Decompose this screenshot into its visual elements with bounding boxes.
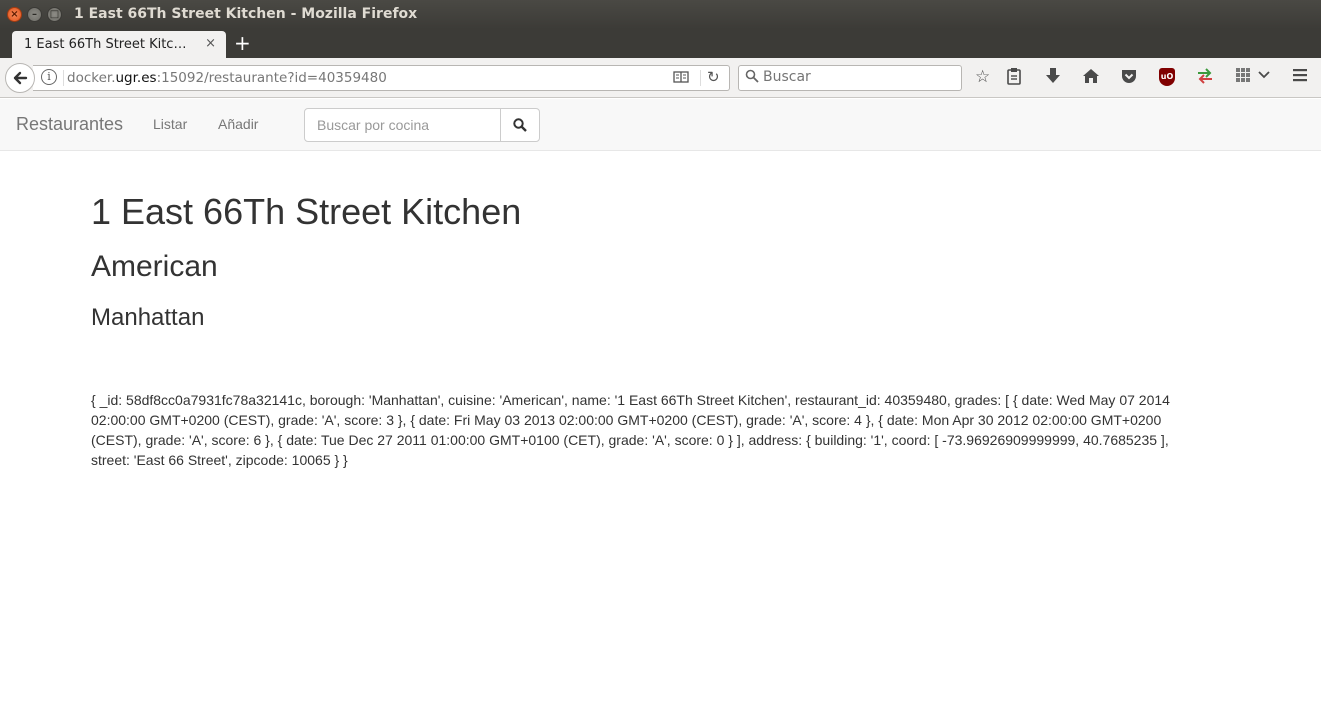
search-icon <box>513 118 527 132</box>
reader-view-icon[interactable] <box>673 70 689 88</box>
window-close-button[interactable]: × <box>7 7 22 22</box>
search-input[interactable] <box>763 69 953 85</box>
url-text[interactable]: docker.ugr.es:15092/restaurante?id=40359… <box>67 70 387 86</box>
new-tab-button[interactable]: + <box>234 31 251 55</box>
restaurant-borough: Manhattan <box>91 304 205 331</box>
menu-icon[interactable] <box>1292 67 1308 88</box>
download-icon[interactable] <box>1045 67 1061 90</box>
back-arrow-icon <box>13 71 28 85</box>
page-viewport: Restaurantes Listar Añadir 1 East 66Th S… <box>0 99 1321 712</box>
window-title: 1 East 66Th Street Kitchen - Mozilla Fir… <box>74 6 418 22</box>
star-icon[interactable]: ☆ <box>975 67 990 87</box>
reload-icon[interactable]: ↻ <box>707 68 720 86</box>
site-navbar: Restaurantes Listar Añadir <box>0 99 1321 151</box>
sync-icon[interactable] <box>1196 67 1214 90</box>
clipboard-icon[interactable] <box>1006 67 1022 90</box>
site-brand-link[interactable]: Restaurantes <box>16 114 123 135</box>
tab-active[interactable]: 1 East 66Th Street Kitc… × <box>12 31 226 58</box>
site-info-icon[interactable]: i <box>41 69 57 85</box>
ublock-icon[interactable]: uO <box>1159 68 1175 86</box>
home-icon[interactable] <box>1082 67 1100 90</box>
tab-strip: 1 East 66Th Street Kitc… × + <box>0 29 1321 58</box>
restaurant-name: 1 East 66Th Street Kitchen <box>91 191 522 232</box>
url-bar[interactable]: i docker.ugr.es:15092/restaurante?id=403… <box>33 65 730 91</box>
cuisine-search-button[interactable] <box>500 108 540 142</box>
tab-close-icon[interactable]: × <box>205 36 216 51</box>
url-rest: :15092/restaurante?id=40359480 <box>156 70 387 86</box>
window-maximize-button[interactable]: □ <box>47 7 62 22</box>
url-divider <box>700 70 701 86</box>
tab-label: 1 East 66Th Street Kitc… <box>24 37 187 52</box>
restaurant-raw-document: { _id: 58df8cc0a7931fc78a32141c, borough… <box>91 392 1170 468</box>
grid-icon[interactable] <box>1235 67 1251 88</box>
search-bar[interactable] <box>738 65 962 91</box>
search-icon <box>745 69 759 87</box>
back-button[interactable] <box>5 63 35 93</box>
chevron-down-icon[interactable] <box>1258 67 1270 88</box>
browser-toolbar: i docker.ugr.es:15092/restaurante?id=403… <box>0 58 1321 98</box>
url-prefix: docker. <box>67 70 116 86</box>
cuisine-search-input[interactable] <box>304 108 501 142</box>
url-divider <box>63 70 64 86</box>
cuisine-search-form <box>304 108 540 142</box>
url-host: ugr.es <box>115 70 157 86</box>
window-titlebar: × – □ 1 East 66Th Street Kitchen - Mozil… <box>0 0 1321 29</box>
window-minimize-button[interactable]: – <box>27 7 42 22</box>
nav-list-link[interactable]: Listar <box>153 116 187 132</box>
restaurant-cuisine: American <box>91 250 218 283</box>
pocket-icon[interactable] <box>1120 67 1138 90</box>
nav-add-link[interactable]: Añadir <box>218 116 258 132</box>
